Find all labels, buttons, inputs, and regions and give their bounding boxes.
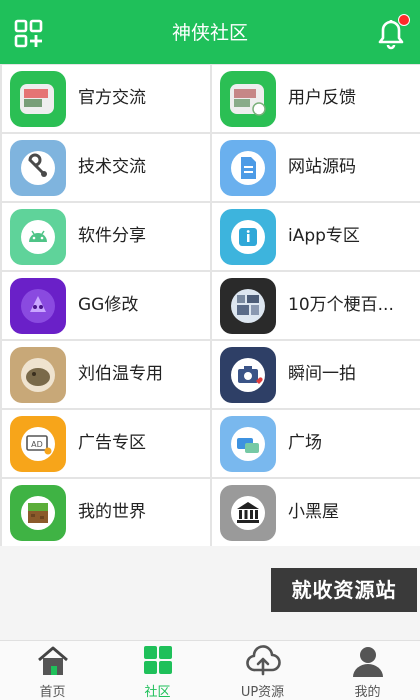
tab-profile[interactable]: 我的 bbox=[315, 641, 420, 700]
watermark-badge: 就收资源站 bbox=[271, 568, 417, 612]
android-icon bbox=[10, 209, 66, 265]
app-header: 神侠社区 bbox=[0, 0, 420, 64]
section-label: 网站源码 bbox=[288, 157, 356, 177]
section-official-chat[interactable]: 官方交流 bbox=[2, 65, 210, 132]
iapp-icon bbox=[220, 209, 276, 265]
section-minecraft[interactable]: 我的世界 bbox=[2, 479, 210, 546]
tab-label: 我的 bbox=[354, 685, 381, 700]
section-iapp[interactable]: iApp专区 bbox=[212, 203, 420, 270]
section-gg-mod[interactable]: GG修改 bbox=[2, 272, 210, 339]
bottom-tab-bar: 首页 社区 UP资源 我的 bbox=[0, 640, 420, 700]
section-plaza[interactable]: 广场 bbox=[212, 410, 420, 477]
tab-up-resources[interactable]: UP资源 bbox=[210, 641, 315, 700]
section-label: GG修改 bbox=[78, 295, 139, 315]
section-source-code[interactable]: 网站源码 bbox=[212, 134, 420, 201]
svg-text:AD: AD bbox=[31, 440, 43, 449]
tab-home[interactable]: 首页 bbox=[0, 641, 105, 700]
meme-encyclopedia-icon bbox=[220, 278, 276, 334]
home-icon bbox=[35, 644, 71, 678]
section-label: 小黑屋 bbox=[288, 502, 339, 522]
source-file-icon bbox=[220, 140, 276, 196]
section-label: 瞬间一拍 bbox=[288, 364, 356, 384]
section-software-share[interactable]: 软件分享 bbox=[2, 203, 210, 270]
page-title: 神侠社区 bbox=[171, 22, 248, 44]
tab-label: 首页 bbox=[39, 685, 66, 700]
section-ads[interactable]: AD 广告专区 bbox=[2, 410, 210, 477]
section-meme-encyclopedia[interactable]: 10万个梗百... bbox=[212, 272, 420, 339]
section-tech-chat[interactable]: 技术交流 bbox=[2, 134, 210, 201]
liu-bowen-icon bbox=[10, 347, 66, 403]
section-label: 软件分享 bbox=[78, 226, 146, 246]
notification-badge bbox=[398, 14, 410, 26]
section-label: 广场 bbox=[288, 433, 322, 453]
user-feedback-icon bbox=[220, 71, 276, 127]
section-label: 10万个梗百... bbox=[288, 295, 394, 315]
plaza-icon bbox=[220, 416, 276, 472]
camera-icon bbox=[220, 347, 276, 403]
minecraft-icon bbox=[10, 485, 66, 541]
wrench-icon bbox=[10, 140, 66, 196]
gg-modifier-icon bbox=[10, 278, 66, 334]
section-grid: 官方交流 用户反馈 技术交流 网站源码 软件分享 iApp专区 GG修改 10万… bbox=[0, 64, 420, 546]
section-label: iApp专区 bbox=[288, 226, 360, 246]
section-label: 用户反馈 bbox=[288, 88, 356, 108]
tab-label: UP资源 bbox=[240, 685, 285, 700]
tab-community[interactable]: 社区 bbox=[105, 641, 210, 700]
cloud-upload-icon bbox=[245, 644, 281, 678]
tab-label: 社区 bbox=[144, 685, 171, 700]
community-grid-icon bbox=[140, 644, 176, 678]
profile-icon bbox=[350, 644, 386, 678]
section-blackroom[interactable]: 小黑屋 bbox=[212, 479, 420, 546]
bank-building-icon bbox=[220, 485, 276, 541]
section-label: 刘伯温专用 bbox=[78, 364, 163, 384]
section-label: 我的世界 bbox=[78, 502, 146, 522]
section-user-feedback[interactable]: 用户反馈 bbox=[212, 65, 420, 132]
official-chat-icon bbox=[10, 71, 66, 127]
section-label: 技术交流 bbox=[78, 157, 146, 177]
ad-icon: AD bbox=[10, 416, 66, 472]
section-snapshot[interactable]: 瞬间一拍 bbox=[212, 341, 420, 408]
section-label: 广告专区 bbox=[78, 433, 146, 453]
section-label: 官方交流 bbox=[78, 88, 146, 108]
section-liu-bowen[interactable]: 刘伯温专用 bbox=[2, 341, 210, 408]
